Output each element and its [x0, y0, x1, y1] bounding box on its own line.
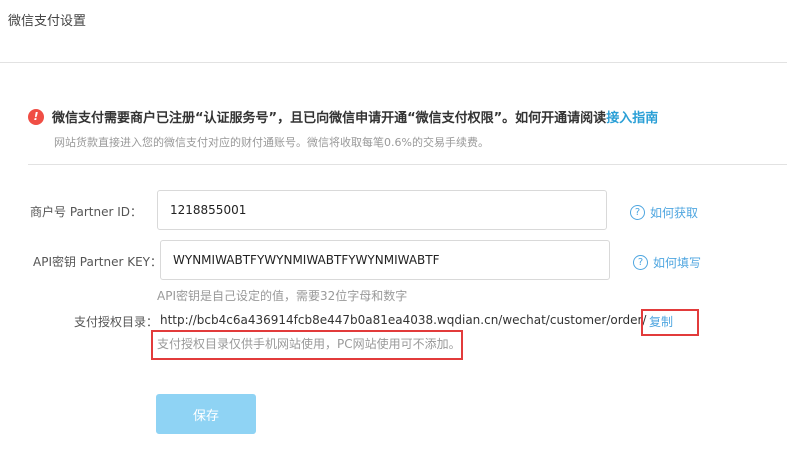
- api-key-label: API密钥 Partner KEY：: [33, 255, 163, 269]
- how-to-fill-link[interactable]: ? 如何填写: [633, 254, 701, 271]
- how-to-get-link[interactable]: ? 如何获取: [630, 204, 698, 221]
- notice-main-text: 微信支付需要商户已注册“认证服务号”，且已向微信申请开通“微信支付权限”。如何开…: [52, 111, 607, 126]
- how-to-get-text: 如何获取: [650, 206, 699, 220]
- auth-dir-url: http://bcb4c6a436914fcb8e447b0a81ea4038.…: [160, 313, 647, 327]
- partner-id-label: 商户号 Partner ID：: [30, 205, 143, 219]
- notice-main-line: ! 微信支付需要商户已注册“认证服务号”，且已向微信申请开通“微信支付权限”。如…: [28, 107, 787, 126]
- access-guide-link[interactable]: 接入指南: [606, 107, 658, 126]
- save-button[interactable]: 保存: [156, 394, 256, 434]
- notice-panel: ! 微信支付需要商户已注册“认证服务号”，且已向微信申请开通“微信支付权限”。如…: [28, 107, 787, 150]
- api-key-input[interactable]: [160, 240, 610, 280]
- question-icon: ?: [630, 205, 645, 220]
- question-icon: ?: [633, 255, 648, 270]
- copy-button[interactable]: 复制: [649, 313, 673, 330]
- section-divider: [28, 164, 787, 165]
- api-key-hint: API密钥是自己设定的值，需要32位字母和数字: [157, 289, 408, 303]
- partner-id-input[interactable]: [157, 190, 607, 230]
- wechat-pay-settings-page: 微信支付设置 ! 微信支付需要商户已注册“认证服务号”，且已向微信申请开通“微信…: [0, 0, 787, 462]
- auth-dir-note: 支付授权目录仅供手机网站使用，PC网站使用可不添加。: [157, 337, 461, 351]
- header-divider: [0, 62, 787, 63]
- exclamation-icon: !: [28, 108, 44, 125]
- auth-dir-label: 支付授权目录：: [74, 315, 159, 329]
- page-title: 微信支付设置: [8, 14, 87, 29]
- how-to-fill-text: 如何填写: [653, 256, 702, 270]
- notice-sub-text: 网站货款直接进入您的微信支付对应的财付通账号。微信将收取每笔0.6%的交易手续费…: [54, 136, 489, 149]
